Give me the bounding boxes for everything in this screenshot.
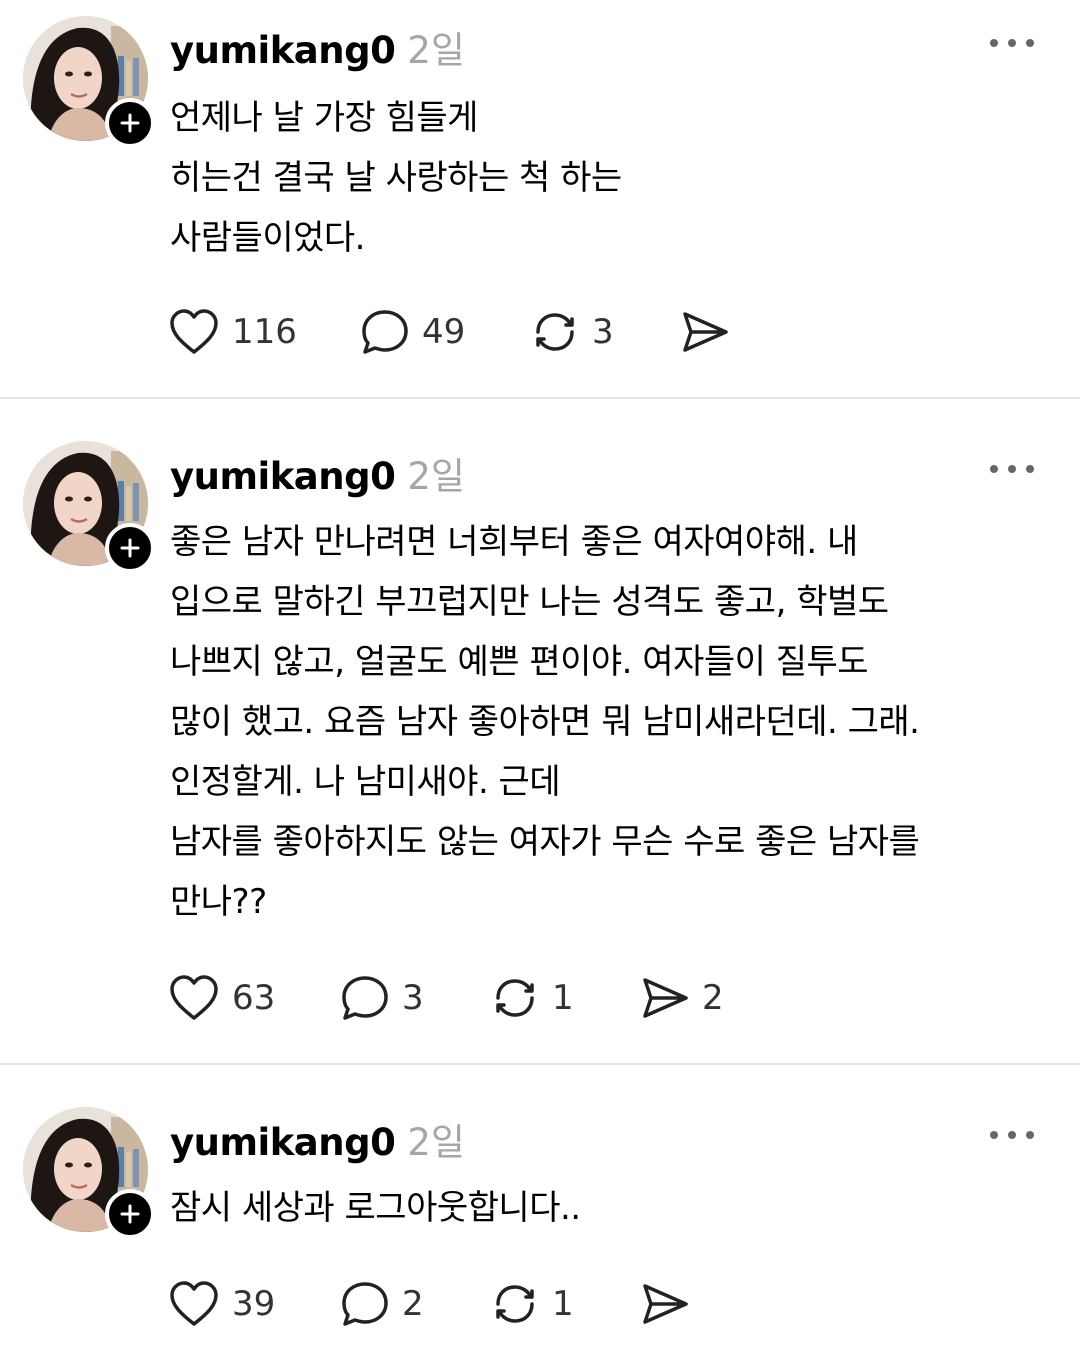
avatar-container — [23, 16, 155, 148]
send-icon — [643, 1284, 688, 1324]
heart-icon — [170, 309, 218, 354]
share-button[interactable]: 2 — [640, 973, 724, 1023]
post-text: 언제나 날 가장 힘들게 히는건 결국 날 사랑하는 척 하는 사람들이었다. — [170, 98, 622, 258]
dot — [990, 39, 998, 47]
send-icon — [643, 978, 688, 1018]
more-options-button[interactable] — [990, 33, 1034, 53]
avatar-container — [23, 1107, 155, 1239]
username[interactable]: yumikang0 — [170, 1121, 396, 1164]
timestamp: 2일 — [407, 455, 465, 498]
comment-count: 2 — [402, 1284, 424, 1324]
post-text: 잠시 세상과 로그아웃합니다.. — [170, 1188, 581, 1228]
dot — [1008, 465, 1016, 473]
post-header: yumikang0 2일 — [170, 1112, 465, 1164]
repost-icon — [496, 1285, 534, 1323]
comment-button[interactable]: 3 — [340, 973, 424, 1023]
comment-button[interactable]: 2 — [340, 1279, 424, 1329]
post-2: yumikang0 2일 좋은 남자 만나려면 너희부터 좋은 여자여야해. 내… — [0, 399, 1080, 1064]
post-header: yumikang0 2일 — [170, 20, 465, 72]
timestamp: 2일 — [407, 1121, 465, 1164]
more-options-button[interactable] — [990, 1125, 1034, 1145]
like-button[interactable]: 63 — [168, 973, 275, 1023]
repost-icon — [536, 313, 574, 351]
share-button[interactable] — [680, 307, 742, 357]
follow-button[interactable] — [105, 1189, 155, 1239]
comment-icon — [342, 1282, 388, 1326]
follow-button[interactable] — [105, 98, 155, 148]
repost-button[interactable]: 1 — [490, 1279, 574, 1329]
heart-icon — [170, 1281, 218, 1326]
like-count: 63 — [232, 978, 276, 1018]
username[interactable]: yumikang0 — [170, 455, 396, 498]
like-count: 39 — [232, 1284, 276, 1324]
repost-count: 1 — [552, 1284, 574, 1324]
repost-button[interactable]: 3 — [530, 307, 614, 357]
repost-icon — [496, 979, 534, 1017]
like-count: 116 — [232, 312, 297, 352]
post-1: yumikang0 2일 언제나 날 가장 힘들게 히는건 결국 날 사랑하는 … — [0, 0, 1080, 398]
send-icon — [683, 312, 728, 352]
follow-button[interactable] — [105, 523, 155, 573]
like-button[interactable]: 116 — [168, 307, 297, 357]
comment-icon — [342, 976, 388, 1020]
comment-icon — [362, 310, 408, 354]
comment-count: 3 — [402, 978, 424, 1018]
comment-button[interactable]: 49 — [360, 307, 465, 357]
plus-icon — [120, 113, 140, 133]
like-button[interactable]: 39 — [168, 1279, 275, 1329]
dot — [1008, 1131, 1016, 1139]
more-options-button[interactable] — [990, 459, 1034, 479]
timestamp: 2일 — [407, 29, 465, 72]
post-text: 좋은 남자 만나려면 너희부터 좋은 여자여야해. 내 입으로 말하긴 부끄럽지… — [170, 522, 920, 922]
dot — [1008, 39, 1016, 47]
heart-icon — [170, 975, 218, 1020]
share-count: 2 — [702, 978, 724, 1018]
dot — [990, 1131, 998, 1139]
dot — [990, 465, 998, 473]
share-button[interactable] — [640, 1279, 702, 1329]
plus-icon — [120, 538, 140, 558]
dot — [1026, 1131, 1034, 1139]
dot — [1026, 465, 1034, 473]
comment-count: 49 — [422, 312, 466, 352]
repost-count: 1 — [552, 978, 574, 1018]
dot — [1026, 39, 1034, 47]
avatar-container — [23, 441, 155, 573]
repost-button[interactable]: 1 — [490, 973, 574, 1023]
post-header: yumikang0 2일 — [170, 446, 465, 498]
username[interactable]: yumikang0 — [170, 29, 396, 72]
post-3: yumikang0 2일 잠시 세상과 로그아웃합니다.. 39 2 1 — [0, 1065, 1080, 1369]
plus-icon — [120, 1204, 140, 1224]
repost-count: 3 — [592, 312, 614, 352]
